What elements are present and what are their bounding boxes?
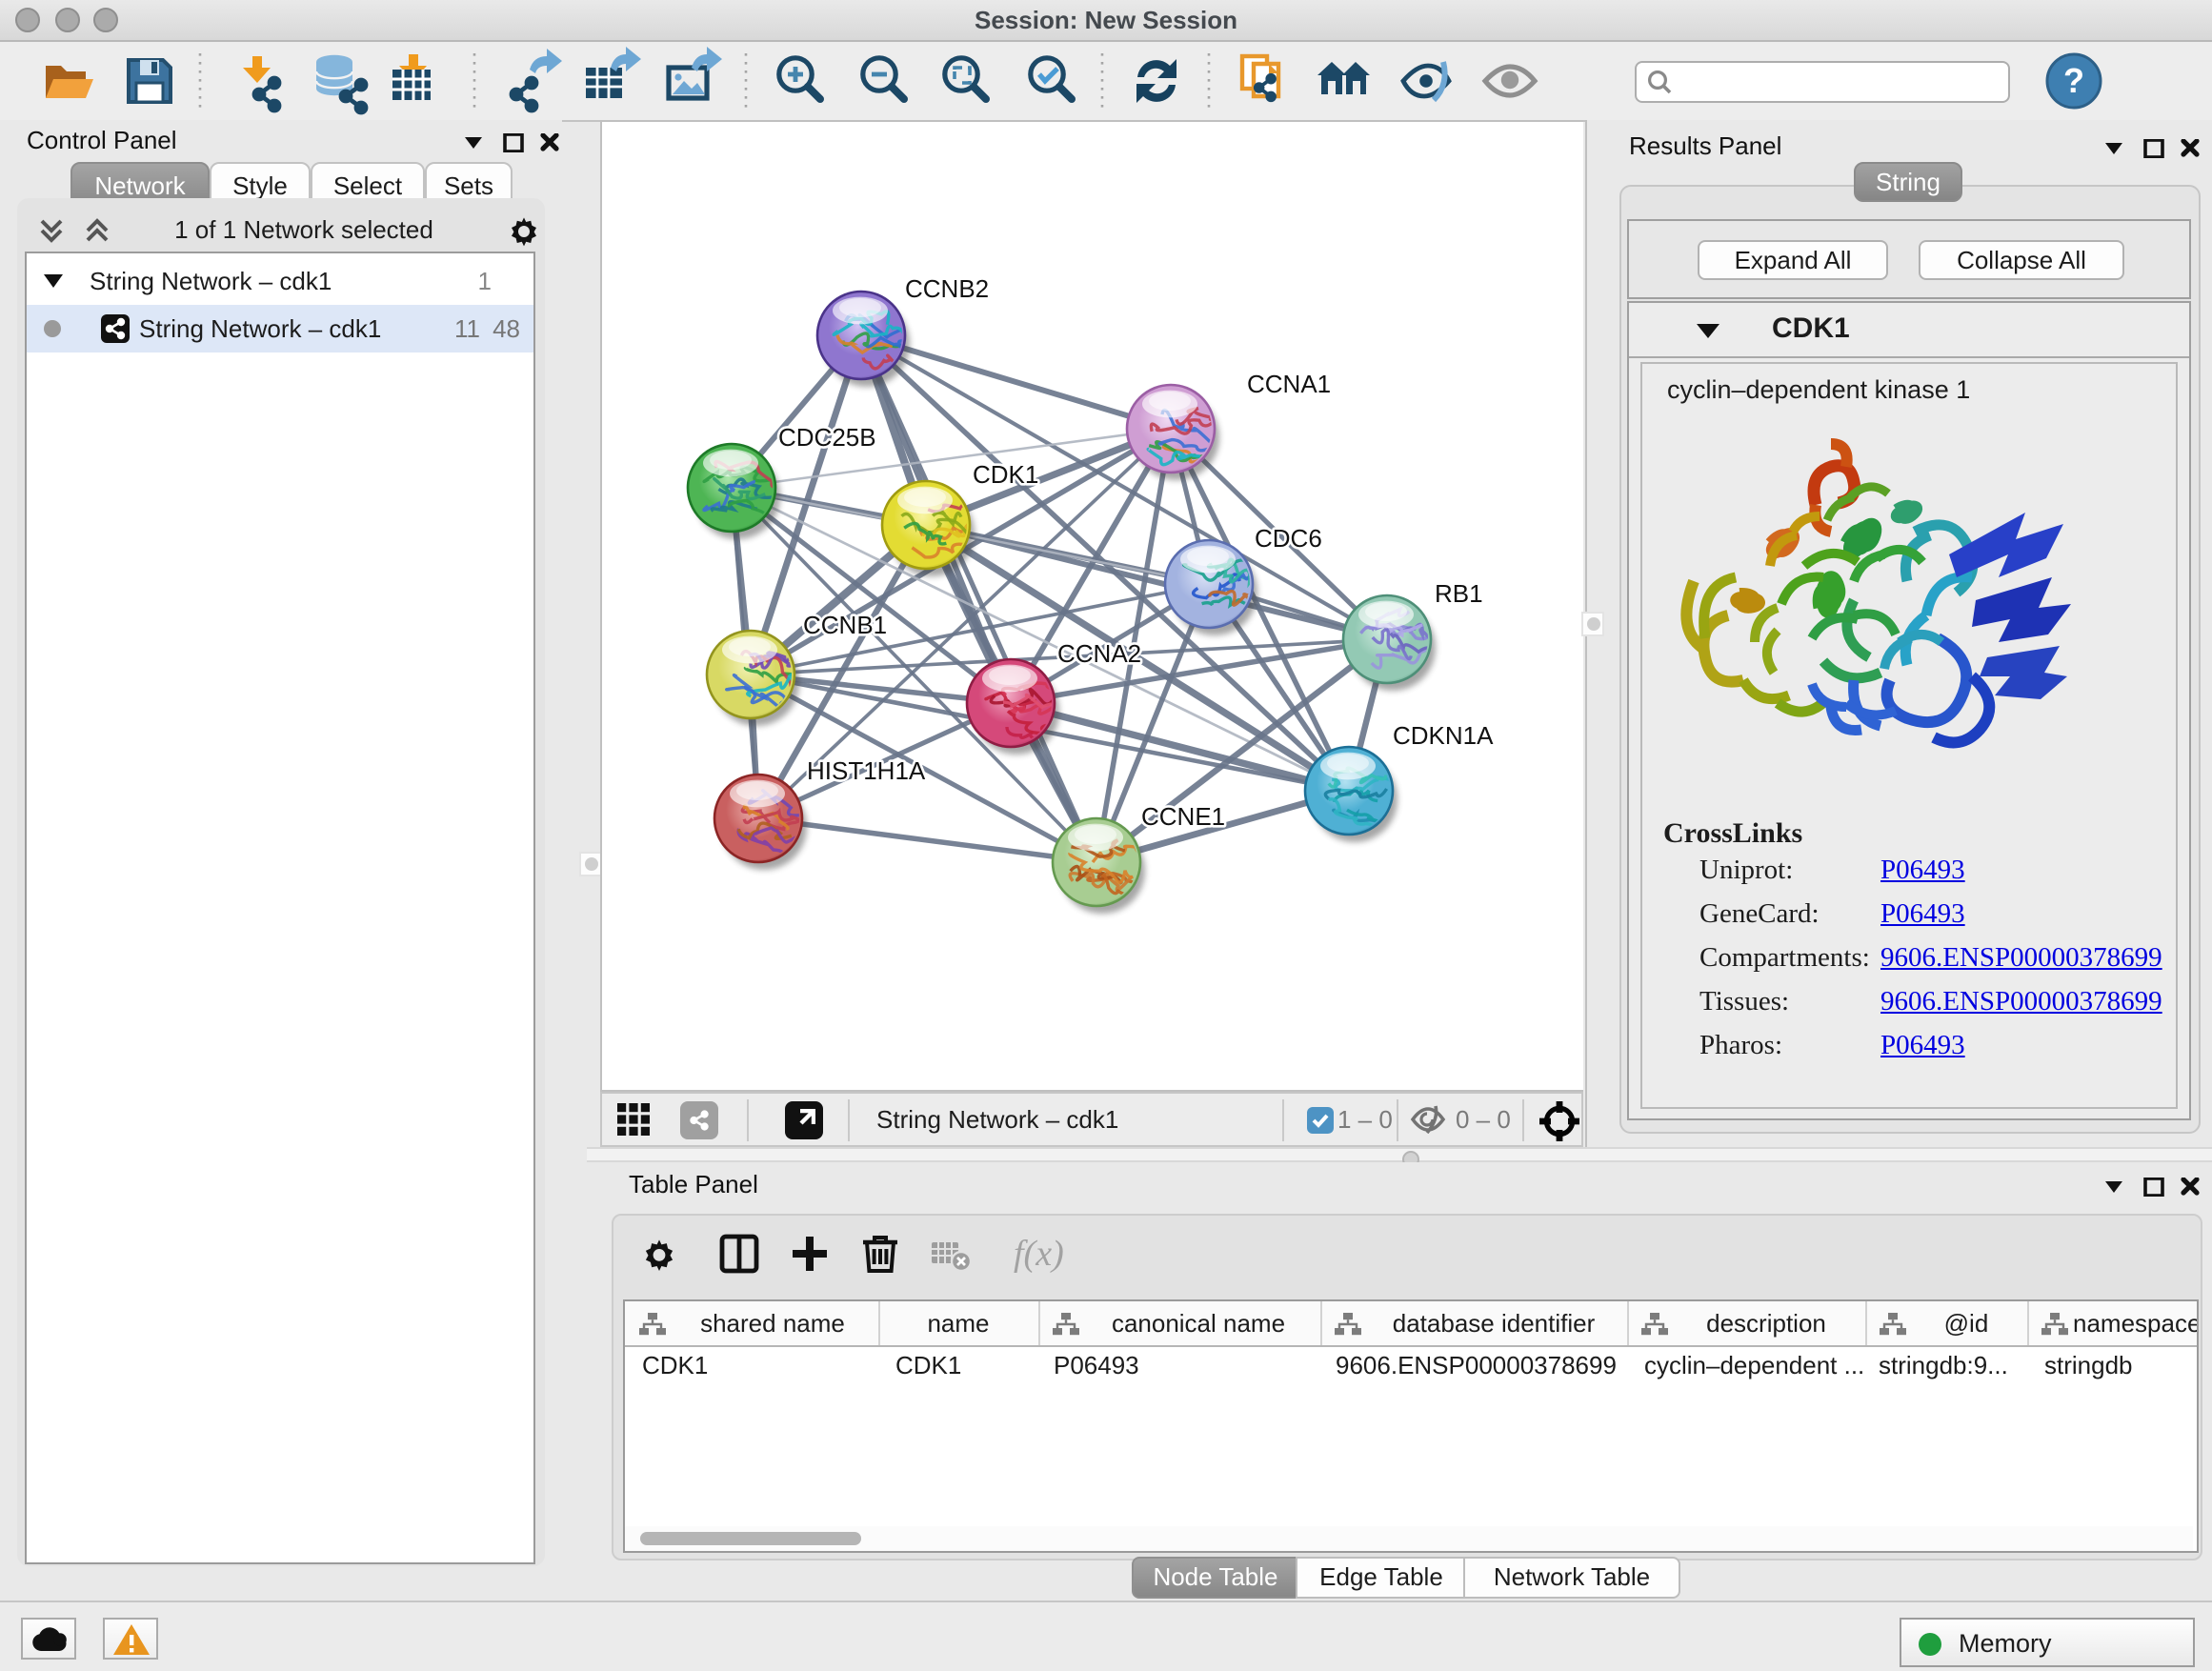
svg-text:CDC25B: CDC25B: [778, 423, 876, 452]
svg-text:RB1: RB1: [1435, 579, 1483, 608]
svg-text:CDKN1A: CDKN1A: [1393, 721, 1494, 750]
svg-text:?: ?: [2063, 61, 2084, 100]
svg-text:CCNA1: CCNA1: [1247, 370, 1331, 398]
svg-text:CCNB1: CCNB1: [803, 611, 887, 639]
svg-text:CCNE1: CCNE1: [1141, 802, 1225, 831]
svg-text:CCNA2: CCNA2: [1057, 639, 1141, 668]
svg-text:CDC6: CDC6: [1255, 524, 1322, 553]
svg-text:CDK1: CDK1: [973, 460, 1038, 489]
svg-text:f(x): f(x): [1014, 1234, 1064, 1274]
svg-text:HIST1H1A: HIST1H1A: [807, 756, 926, 785]
svg-text:CCNB2: CCNB2: [905, 274, 989, 303]
